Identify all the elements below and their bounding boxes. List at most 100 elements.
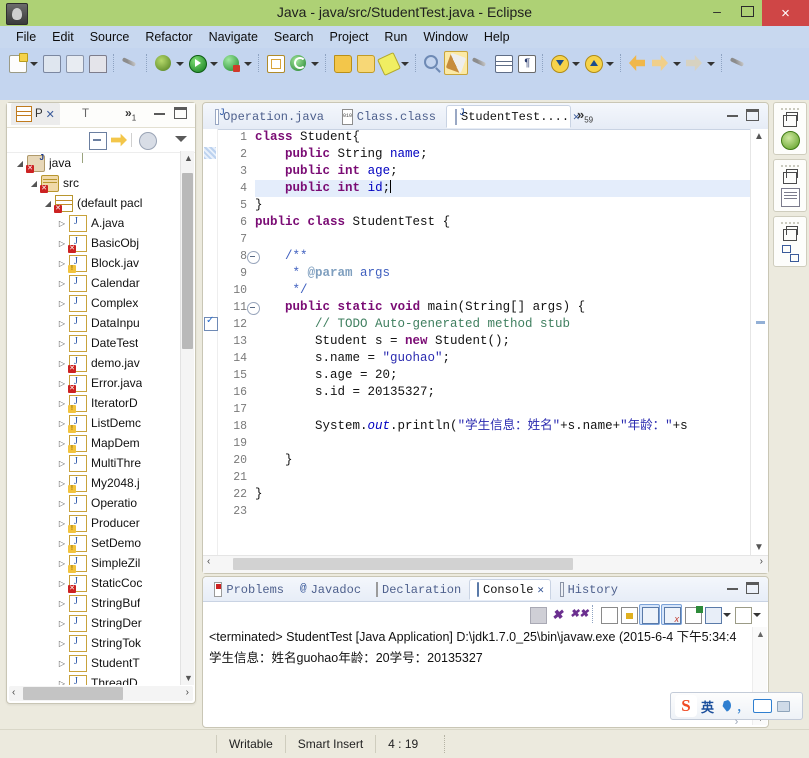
tree-item[interactable]: ▷✕ Error.java [7,373,181,393]
code-line[interactable]: } [255,197,750,214]
console-tab-problems[interactable]: Problems [207,579,291,600]
pin-console-icon[interactable] [683,605,703,624]
tree-item[interactable]: ▷ DateTest [7,333,181,353]
code-line[interactable]: System.out.println("学生信息：姓名"+s.name+"年龄：… [255,418,750,435]
collapsed-arrow-icon[interactable]: ▷ [55,539,69,548]
menu-project[interactable]: Project [322,28,377,46]
collapsed-arrow-icon[interactable]: ▷ [55,599,69,608]
tree-item[interactable]: ▷ A.java [7,213,181,233]
close-button[interactable]: × [762,0,809,26]
view-filter-icon[interactable] [139,132,157,150]
soft-keyboard-icon[interactable] [753,699,773,713]
code-line[interactable]: class Student{ [255,129,750,146]
tree-item[interactable]: ▷! My2048.j [7,473,181,493]
collapsed-arrow-icon[interactable]: ▷ [55,619,69,628]
collapse-all-icon[interactable] [89,132,107,150]
javadoc-view-icon[interactable] [780,188,800,207]
drag-handle[interactable] [780,105,800,111]
code-line[interactable]: s.age = 20; [255,367,750,384]
close-icon[interactable]: ✕ [537,583,544,597]
tree-item[interactable]: ◢ ✕ (default pacl [7,193,181,213]
tab-type-hierarchy[interactable]: T [77,103,94,163]
restore-view-button[interactable] [783,226,798,241]
marker-dropdown-icon[interactable] [400,52,409,74]
sogou-ime-bar[interactable]: S 英 ， › [670,692,803,728]
code-line[interactable]: // TODO Auto-generated method stub [255,316,750,333]
menu-file[interactable]: File [8,28,44,46]
console-tab-history[interactable]: History [553,579,625,600]
open-console-icon[interactable] [733,605,752,624]
print-button[interactable] [86,52,108,74]
tree-item[interactable]: ▷! SetDemo [7,533,181,553]
code-line[interactable]: s.name = "guohao"; [255,350,750,367]
ime-mode-toggle[interactable]: 英 [701,697,714,716]
close-icon[interactable]: ✕ [46,108,55,121]
last-edit-dropdown-icon[interactable] [706,52,715,74]
scrollbar-thumb[interactable] [233,558,573,570]
display-console-dropdown-icon[interactable] [723,605,732,624]
editor-tab-overflow[interactable]: »59 [577,107,593,125]
hierarchy-view-icon[interactable] [780,131,800,150]
scroll-right-icon[interactable]: › [186,687,189,698]
editor-tab-2[interactable]: Class.class [334,105,444,128]
code-line[interactable]: Student s = new Student(); [255,333,750,350]
toggle-mark-occurrences-button[interactable] [119,52,141,74]
collapsed-arrow-icon[interactable]: ▷ [55,679,69,686]
collapsed-arrow-icon[interactable]: ▷ [55,339,69,348]
marker-button[interactable] [377,52,401,76]
show-paragraph-button[interactable]: ¶ [515,52,537,74]
open-console-dropdown-icon[interactable] [753,605,762,624]
expanded-arrow-icon[interactable]: ◢ [41,199,55,208]
menu-source[interactable]: Source [82,28,138,46]
ime-expand-icon[interactable]: › [735,716,739,728]
menu-navigate[interactable]: Navigate [201,28,266,46]
ime-toolbox-icon[interactable] [776,699,791,713]
previous-edit-dropdown-icon[interactable] [605,52,614,74]
open-type-button[interactable] [331,52,353,74]
show-console-on-error-icon[interactable] [661,603,682,625]
tree-item[interactable]: ▷ Calendar [7,273,181,293]
refresh-dropdown-icon[interactable] [310,52,319,74]
collapsed-arrow-icon[interactable]: ▷ [55,639,69,648]
expanded-arrow-icon[interactable]: ◢ [27,179,41,188]
tree-item[interactable]: ▷! Producer [7,513,181,533]
tree-item[interactable]: ▷! MapDem [7,433,181,453]
collapsed-arrow-icon[interactable]: ▷ [55,579,69,588]
new-dropdown-icon[interactable] [29,52,38,74]
tree-item[interactable]: ▷! Block.jav [7,253,181,273]
menu-search[interactable]: Search [266,28,322,46]
forward-button[interactable] [649,52,671,74]
tree-item[interactable]: ▷✕ demo.jav [7,353,181,373]
expanded-arrow-icon[interactable]: ◢ [13,159,27,168]
code-line[interactable] [255,503,750,520]
collapsed-arrow-icon[interactable]: ▷ [55,259,69,268]
tree-vertical-scrollbar[interactable]: ▲ ▼ [180,151,194,685]
code-line[interactable]: /** [255,248,750,265]
collapsed-arrow-icon[interactable]: ▷ [55,519,69,528]
collapsed-arrow-icon[interactable]: ▷ [55,479,69,488]
code-line[interactable] [255,469,750,486]
view-menu-icon[interactable] [175,136,187,142]
clear-console-icon[interactable] [599,605,618,624]
remove-launch-icon[interactable]: ✖ [548,605,567,624]
collapsed-arrow-icon[interactable]: ▷ [55,399,69,408]
save-all-button[interactable] [63,52,85,74]
pin-editor-button[interactable] [727,52,749,74]
external-tools-dropdown-icon[interactable] [243,52,252,74]
tree-item[interactable]: ▷ StringDer [7,613,181,633]
menu-help[interactable]: Help [476,28,518,46]
editor-horizontal-scrollbar[interactable]: ‹ › [203,555,768,573]
view-tab-overflow[interactable]: »1 [125,106,136,122]
minimize-editor-button[interactable] [727,112,738,117]
tree-item[interactable]: ▷✕ BasicObj [7,233,181,253]
scrollbar-thumb[interactable] [23,687,123,700]
scroll-up-icon[interactable]: ▲ [184,153,193,163]
menu-window[interactable]: Window [415,28,475,46]
code-line[interactable]: */ [255,282,750,299]
scroll-left-icon[interactable]: ‹ [12,687,15,698]
show-console-on-output-icon[interactable] [639,603,660,625]
collapsed-arrow-icon[interactable]: ▷ [55,499,69,508]
tree-item[interactable]: ▷ Complex [7,293,181,313]
tree-item[interactable]: ▷ ThreadD [7,673,181,685]
restore-view-button[interactable] [783,169,798,184]
